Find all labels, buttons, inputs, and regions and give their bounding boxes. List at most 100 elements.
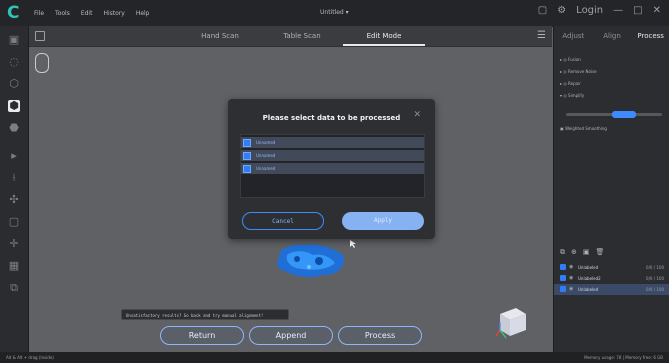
process-button[interactable]: Process bbox=[338, 326, 422, 345]
option-fusion[interactable]: ▸ ◎ Fusion bbox=[560, 57, 581, 62]
orientation-cube-icon[interactable] bbox=[492, 300, 532, 340]
login-button[interactable]: Login bbox=[576, 5, 603, 16]
tab-align[interactable]: Align bbox=[593, 26, 632, 46]
option-repair[interactable]: ▸ ◎ Repair bbox=[560, 81, 581, 86]
data-toolbar: ⧉ ⊕ ▣ 🗑 bbox=[560, 248, 604, 257]
menu-edit[interactable]: Edit bbox=[81, 10, 93, 17]
frame-icon[interactable]: ▢ bbox=[8, 216, 20, 228]
play-icon[interactable]: ▸ bbox=[8, 150, 20, 162]
return-button[interactable]: Return bbox=[160, 326, 244, 345]
dialog-item[interactable]: Unnamed bbox=[241, 150, 424, 161]
cube-icon[interactable]: ⬡ bbox=[8, 78, 20, 90]
app-logo-icon: C bbox=[7, 3, 20, 23]
dialog-item[interactable]: Unnamed bbox=[241, 163, 424, 174]
mesh-icon[interactable]: ⬣ bbox=[8, 122, 20, 134]
select-all-checkbox[interactable] bbox=[35, 31, 45, 41]
cancel-button[interactable]: Cancel bbox=[242, 212, 324, 230]
grid-icon[interactable]: ▦ bbox=[8, 260, 20, 272]
data-row-name: Unlabeled bbox=[578, 265, 599, 270]
dialog-item-checkbox[interactable] bbox=[243, 165, 251, 173]
solid-view-icon[interactable]: ⬢ bbox=[8, 100, 20, 112]
data-row-name: Unlabeled bbox=[578, 287, 599, 292]
unknown-icon[interactable]: ▢ bbox=[538, 5, 547, 16]
left-toolbar: ▣ ◌ ⬡ ⬢ ⬣ ▸ ⟊ ✣ ▢ ✛ ▦ ⧉ bbox=[0, 26, 29, 352]
data-row-checkbox[interactable] bbox=[560, 275, 566, 281]
title-bar: C File Tools Edit History Help Untitled … bbox=[0, 0, 669, 27]
lasso-icon[interactable]: ◌ bbox=[8, 56, 20, 68]
layers-icon[interactable]: ⧉ bbox=[8, 282, 20, 294]
close-icon[interactable]: ✕ bbox=[653, 5, 661, 16]
network-icon[interactable]: ✣ bbox=[8, 194, 20, 206]
data-row-points: 0/0 / 100 bbox=[646, 287, 664, 292]
append-button[interactable]: Append bbox=[249, 326, 333, 345]
select-data-dialog: Please select data to be processed ✕ Unn… bbox=[228, 99, 435, 239]
dialog-item-checkbox[interactable] bbox=[243, 139, 251, 147]
right-panel-tabs: Adjust Align Process bbox=[554, 26, 669, 46]
window-controls: ▢ ⚙ Login — □ ✕ bbox=[538, 5, 661, 16]
dialog-item[interactable]: Unnamed bbox=[241, 137, 424, 148]
option-fusion-label: Fusion bbox=[568, 57, 581, 62]
eye-icon[interactable]: ◉ bbox=[569, 286, 573, 292]
menu-icon[interactable]: ☰ bbox=[537, 30, 546, 41]
merge-icon[interactable]: ⊕ bbox=[571, 248, 577, 257]
window-title[interactable]: Untitled ▾ bbox=[320, 9, 349, 16]
data-row[interactable]: ◉ Unlabeled 0/0 / 100 bbox=[554, 284, 669, 295]
tab-edit-mode[interactable]: Edit Mode bbox=[343, 26, 425, 46]
eye-icon[interactable]: ◉ bbox=[569, 264, 573, 270]
menu-bar: File Tools Edit History Help bbox=[34, 0, 150, 26]
eye-icon[interactable]: ◉ bbox=[569, 275, 573, 281]
dialog-item-label: Unnamed bbox=[256, 166, 276, 171]
data-row-name: Unlabeled2 bbox=[578, 276, 601, 281]
option-weighted[interactable]: ▣ Weighted Smoothing bbox=[560, 126, 607, 131]
option-weighted-label: Weighted Smoothing bbox=[565, 126, 607, 131]
maximize-icon[interactable]: □ bbox=[633, 5, 642, 16]
menu-help[interactable]: Help bbox=[136, 10, 150, 17]
copy-icon[interactable]: ⧉ bbox=[560, 248, 565, 257]
option-simplify-label: Simplify bbox=[568, 93, 585, 98]
alignment-tooltip: Unsatisfactory results? Go back and try … bbox=[121, 309, 289, 320]
delete-icon[interactable]: 🗑 bbox=[596, 248, 605, 257]
simplify-slider[interactable] bbox=[566, 111, 662, 118]
dialog-item-label: Unnamed bbox=[256, 140, 276, 145]
minimize-icon[interactable]: — bbox=[613, 5, 623, 16]
menu-history[interactable]: History bbox=[103, 10, 124, 17]
data-row-points: 0/0 / 100 bbox=[646, 265, 664, 270]
data-row-checkbox[interactable] bbox=[560, 264, 566, 270]
tab-process[interactable]: Process bbox=[631, 26, 669, 46]
select-icon[interactable]: ▣ bbox=[8, 34, 20, 46]
status-right: Memory usage: 78 | Memory free: 6 GB bbox=[584, 355, 663, 360]
tab-table-scan[interactable]: Table Scan bbox=[261, 26, 343, 46]
data-row[interactable]: ◉ Unlabeled2 0/0 / 100 bbox=[554, 273, 669, 284]
dialog-item-label: Unnamed bbox=[256, 153, 276, 158]
mouse-hint-icon bbox=[35, 53, 49, 73]
data-row-checkbox[interactable] bbox=[560, 286, 566, 292]
apply-button[interactable]: Apply bbox=[342, 212, 424, 230]
close-icon[interactable]: ✕ bbox=[413, 110, 421, 120]
data-row[interactable]: ◉ Unlabeled 0/0 / 100 bbox=[554, 262, 669, 273]
data-list: ◉ Unlabeled 0/0 / 100 ◉ Unlabeled2 0/0 /… bbox=[554, 262, 669, 295]
dialog-item-checkbox[interactable] bbox=[243, 152, 251, 160]
settings-icon[interactable]: ⚙ bbox=[557, 5, 566, 16]
duplicate-icon[interactable]: ▣ bbox=[583, 248, 590, 257]
mode-bar: Hand Scan Table Scan Edit Mode ☰ bbox=[29, 26, 552, 47]
right-panel: Adjust Align Process ▸ ◎ Fusion ▸ ◎ Remo… bbox=[553, 26, 669, 352]
scan-mesh[interactable] bbox=[273, 241, 347, 279]
menu-file[interactable]: File bbox=[34, 10, 44, 17]
data-row-points: 0/0 / 100 bbox=[646, 276, 664, 281]
tab-adjust[interactable]: Adjust bbox=[554, 26, 593, 46]
status-left: Alt & Alt + drag (Inside) bbox=[6, 355, 54, 360]
tab-hand-scan[interactable]: Hand Scan bbox=[179, 26, 261, 46]
dialog-title: Please select data to be processed bbox=[262, 114, 401, 122]
mode-tabs: Hand Scan Table Scan Edit Mode bbox=[179, 26, 425, 46]
option-simplify[interactable]: ▾ ◎ Simplify bbox=[560, 93, 584, 98]
menu-tools[interactable]: Tools bbox=[55, 10, 70, 17]
axis-icon[interactable]: ✛ bbox=[8, 238, 20, 250]
option-repair-label: Repair bbox=[568, 81, 581, 86]
option-remove-noise-label: Remove Noise bbox=[568, 69, 597, 74]
status-bar: Alt & Alt + drag (Inside) Memory usage: … bbox=[0, 352, 669, 363]
mouse-cursor bbox=[350, 240, 356, 248]
measure-icon[interactable]: ⟊ bbox=[8, 172, 20, 184]
slider-knob[interactable] bbox=[612, 111, 636, 118]
option-remove-noise[interactable]: ▸ ◎ Remove Noise bbox=[560, 69, 597, 74]
dialog-data-list: Unnamed Unnamed Unnamed bbox=[240, 134, 425, 198]
